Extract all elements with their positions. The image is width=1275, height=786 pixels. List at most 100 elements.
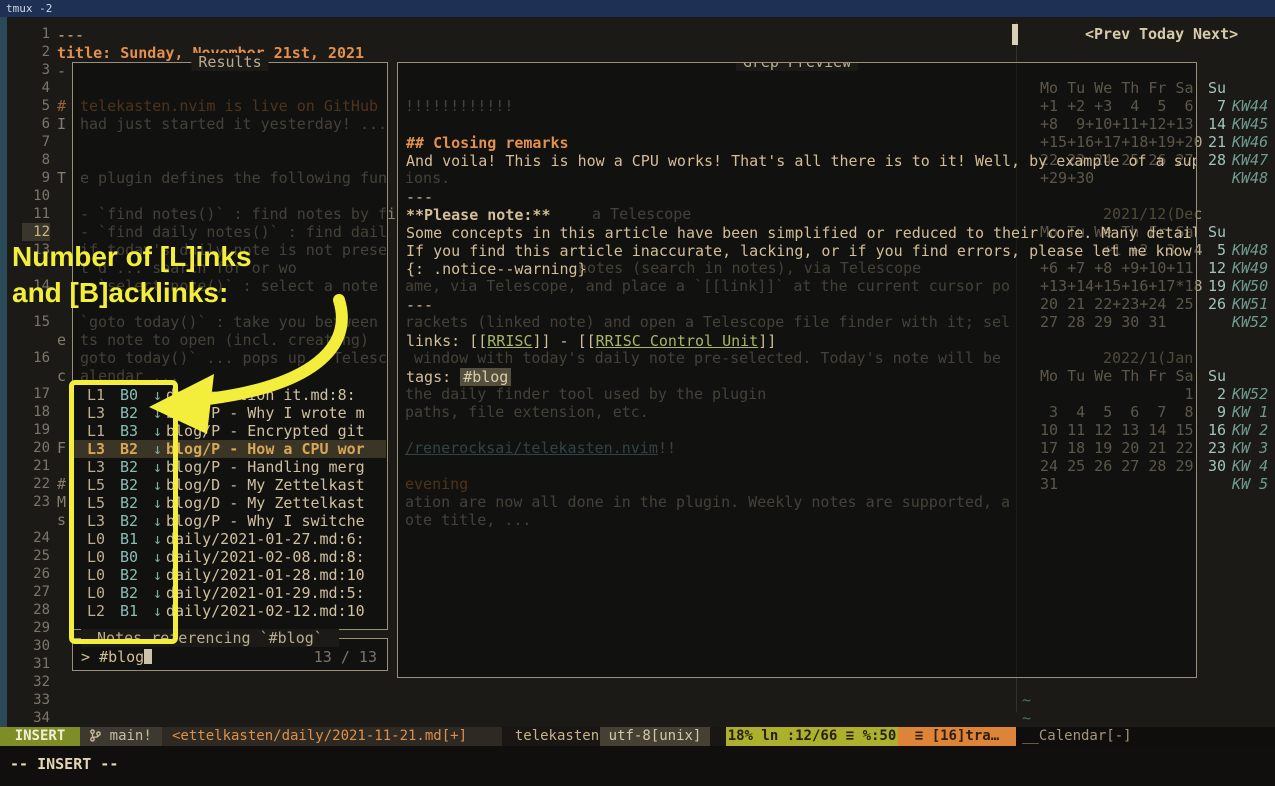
editor-background-text: F (57, 439, 66, 457)
line-number: 6 (22, 115, 50, 133)
search-input[interactable]: > #blog (81, 648, 152, 666)
terminal-screen: tmux -2 12345678910111213141516171819202… (0, 0, 1275, 786)
preview-text: tags: (406, 368, 460, 386)
calendar-sunday[interactable]: 28 (1204, 151, 1226, 169)
line-number: 20 (22, 439, 50, 457)
annotation-text-line-1: Number of [L]inks (12, 248, 252, 266)
preview-text: ## Closing remarks (406, 134, 569, 152)
calendar-week-number: KW49 (1232, 259, 1268, 277)
calendar-sunday[interactable]: 12 (1204, 259, 1226, 277)
preview-line: --- (406, 296, 433, 314)
calendar-sunday[interactable]: Su (1204, 367, 1226, 385)
calendar-sunday[interactable]: 23 (1204, 439, 1226, 457)
calendar-sunday[interactable]: 21 (1204, 133, 1226, 151)
calendar-week-number: KW52 (1232, 385, 1268, 403)
preview-text: ]] - [[ (532, 332, 595, 350)
result-text: daily/2021-01-28.md:10 (166, 566, 365, 584)
cursor-position-indicator: 18% ln :12/66 ≡ %:50 (726, 727, 898, 746)
calendar-sunday[interactable]: 26 (1204, 295, 1226, 313)
editor-background-text: ~ (1022, 709, 1031, 727)
result-text: daily/2021-02-08.md:8: (166, 548, 365, 566)
calendar-week-number: KW52 (1232, 313, 1268, 331)
line-number: 22 (22, 475, 50, 493)
line-number: 3 (22, 61, 50, 79)
tag-chip: #blog (460, 368, 511, 386)
preview-title: Grep Preview (736, 62, 858, 71)
preview-line: Some concepts in this article have been … (406, 224, 1197, 242)
editor-background-text: c (57, 367, 66, 385)
line-number: 26 (22, 565, 50, 583)
line-number: 10 (22, 187, 50, 205)
editor-background-text: --- (57, 26, 84, 44)
annotation-highlight-box (69, 380, 178, 644)
line-number: 8 (22, 151, 50, 169)
calendar-sunday[interactable]: 14 (1204, 115, 1226, 133)
line-number: 19 (22, 421, 50, 439)
prompt-value: #blog (99, 648, 144, 666)
calendar-week-number: KW 1 (1232, 403, 1268, 421)
editor-background-text: T (57, 169, 66, 187)
calendar-week-number: KW48 (1232, 169, 1268, 187)
result-count: 13 / 13 (314, 648, 377, 666)
line-number: 27 (22, 583, 50, 601)
line-number: 18 (22, 403, 50, 421)
mode-indicator: INSERT (0, 727, 80, 746)
preview-text: Some concepts in this article have been … (406, 224, 1197, 242)
line-number: 5 (22, 97, 50, 115)
preview-text: --- (406, 296, 433, 314)
editor-background-text: # (57, 97, 66, 115)
result-text: blog/P - Why I wrote m (166, 404, 365, 422)
calendar-sunday[interactable]: 7 (1204, 97, 1226, 115)
editor-background-text: ~ (1022, 691, 1031, 709)
line-number: 15 (22, 313, 50, 331)
calendar-week-number: KW44 (1232, 97, 1268, 115)
wiki-link[interactable]: RRISC Control Unit (596, 332, 759, 350)
calendar-week-number: KW45 (1232, 115, 1268, 133)
preview-line: tags: #blog (406, 368, 511, 386)
preview-text: And voila! This is how a CPU works! That… (406, 152, 1197, 170)
editor-background-text: # (57, 475, 66, 493)
editor-background-text: e (57, 331, 66, 349)
preview-line: {: .notice--warning} (406, 260, 587, 278)
result-text: blog/P - Encrypted git (166, 422, 365, 440)
wiki-link[interactable]: RRISC (487, 332, 532, 350)
calendar-sunday[interactable]: 2 (1204, 385, 1226, 403)
preview-line: If you find this article inaccurate, lac… (406, 242, 1192, 260)
text-cursor (144, 649, 152, 664)
editor-background-text: M (57, 493, 66, 511)
preview-line: **Please note:** (406, 206, 551, 224)
preview-text: If you find this article inaccurate, lac… (406, 242, 1192, 260)
calendar-week-number: KW47 (1232, 151, 1268, 169)
calendar-week-number: KW 5 (1232, 475, 1268, 493)
result-text: blog/P - Handling merg (166, 458, 365, 476)
calendar-week-number: KW 3 (1232, 439, 1268, 457)
line-number: 30 (22, 637, 50, 655)
calendar-sunday[interactable]: 16 (1204, 421, 1226, 439)
encoding-indicator: utf-8[unix] (600, 727, 710, 746)
calendar-sunday[interactable]: 9 (1204, 403, 1226, 421)
line-number: 33 (22, 691, 50, 709)
calendar-sunday[interactable]: 30 (1204, 457, 1226, 475)
result-text: blog/P - How a CPU wor (166, 440, 365, 458)
calendar-sunday[interactable]: 19 (1204, 277, 1226, 295)
calendar-week-number: KW48 (1232, 241, 1268, 259)
line-number: 31 (22, 655, 50, 673)
calendar-statusline: __Calendar[-] (1022, 727, 1272, 746)
calendar-sunday[interactable]: 5 (1204, 241, 1226, 259)
line-number: 1 (22, 25, 50, 43)
preview-text: --- (406, 188, 433, 206)
command-line-area: -- INSERT -- (0, 746, 1275, 786)
line-number: 25 (22, 547, 50, 565)
calendar-week-number: KW50 (1232, 277, 1268, 295)
result-text: blog/P - Why I switche (166, 512, 365, 530)
calendar-sunday[interactable]: Su (1204, 223, 1226, 241)
calendar-week-number: KW 4 (1232, 457, 1268, 475)
calendar-week-number: KW46 (1232, 133, 1268, 151)
tmux-titlebar: tmux -2 (0, 0, 1275, 17)
preview-line: --- (406, 188, 433, 206)
calendar-sunday[interactable]: Su (1204, 79, 1226, 97)
preview-line: links: [[RRISC]] - [[RRISC Control Unit]… (406, 332, 776, 350)
editor-background-text: s (57, 511, 66, 529)
line-number: 12 (22, 223, 50, 241)
buffer-indicator: ≡ [16]tra… (898, 727, 1016, 746)
